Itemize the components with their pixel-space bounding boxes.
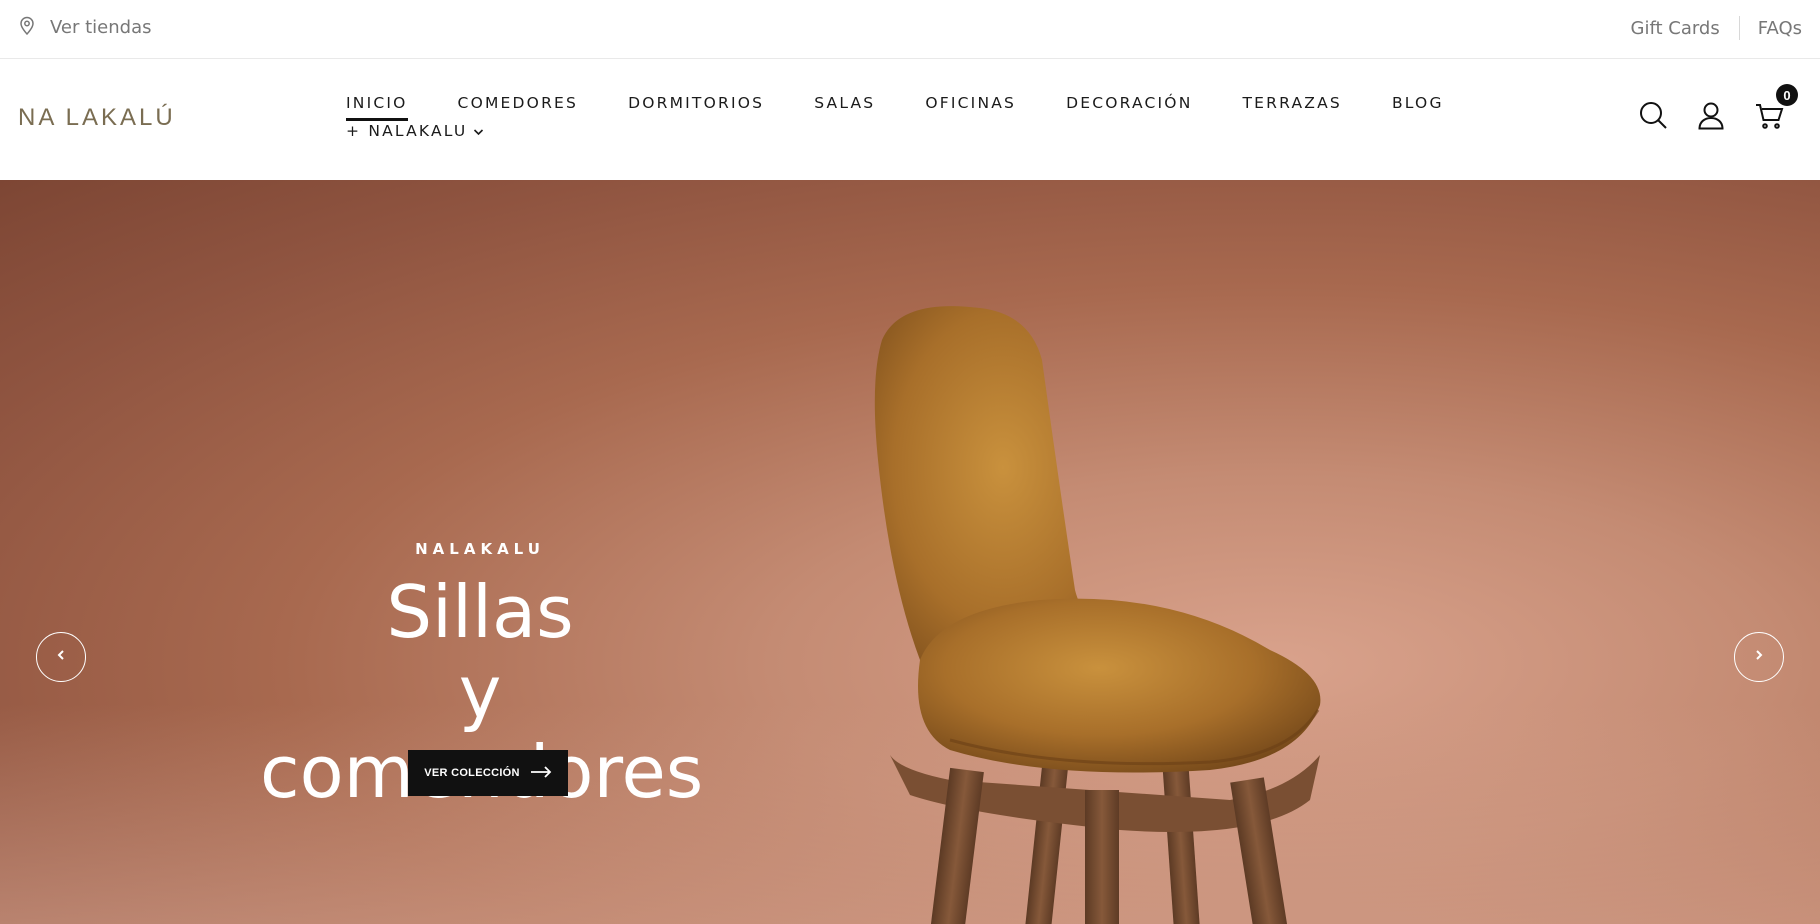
nav-more-dropdown[interactable]: + NALAKALU [346, 122, 1406, 140]
cart-icon [1754, 104, 1784, 134]
cart-count-badge: 0 [1776, 84, 1798, 106]
main-nav: INICIO COMEDORES DORMITORIOS SALAS OFICI… [346, 94, 1441, 140]
hero-headline-line1: Sillas [386, 570, 574, 654]
header-actions: 0 [1638, 84, 1798, 130]
top-utility-bar: Ver tiendas Gift Cards FAQs [0, 0, 1820, 59]
chair-image [874, 306, 1321, 924]
store-locator-link[interactable]: Ver tiendas [18, 16, 152, 38]
slider-prev-button[interactable] [36, 632, 86, 682]
nav-item-blog[interactable]: BLOG [1392, 94, 1444, 112]
utility-links: Gift Cards FAQs [1631, 14, 1802, 42]
chevron-left-icon [55, 648, 67, 666]
nav-item-dormitorios[interactable]: DORMITORIOS [628, 94, 764, 112]
nav-item-terrazas[interactable]: TERRAZAS [1243, 94, 1342, 112]
gift-cards-link[interactable]: Gift Cards [1631, 18, 1720, 39]
nav-item-comedores[interactable]: COMEDORES [458, 94, 579, 112]
utility-divider [1738, 16, 1740, 40]
nav-item-salas[interactable]: SALAS [814, 94, 875, 112]
nav-row: INICIO COMEDORES DORMITORIOS SALAS OFICI… [346, 94, 1441, 121]
slider-next-button[interactable] [1734, 632, 1784, 682]
chevron-right-icon [1753, 648, 1765, 666]
user-icon [1696, 102, 1726, 134]
map-pin-icon [18, 15, 36, 40]
faqs-link[interactable]: FAQs [1758, 18, 1802, 39]
nav-item-oficinas[interactable]: OFICINAS [925, 94, 1016, 112]
view-collection-label: VER COLECCIÓN [424, 767, 520, 779]
main-header: NA LAKALÚ INICIO COMEDORES DORMITORIOS S… [0, 60, 1820, 180]
store-locator-label: Ver tiendas [50, 16, 152, 38]
view-collection-button[interactable]: VER COLECCIÓN [408, 750, 568, 796]
brand-logo[interactable]: NA LAKALÚ [18, 104, 176, 132]
cart-button[interactable]: 0 [1754, 84, 1798, 130]
arrow-right-icon [530, 765, 552, 781]
chevron-down-icon [473, 122, 484, 140]
search-button[interactable] [1638, 100, 1668, 130]
account-button[interactable] [1696, 100, 1726, 130]
hero-banner: NALAKALU Sillas y comendores VER COLECCI… [0, 180, 1820, 924]
hero-eyebrow: NALAKALU [415, 540, 545, 558]
search-icon [1638, 102, 1668, 134]
nav-item-decoracion[interactable]: DECORACIÓN [1066, 94, 1192, 112]
nav-item-inicio[interactable]: INICIO [346, 94, 408, 121]
nav-more-label: + NALAKALU [346, 122, 468, 140]
